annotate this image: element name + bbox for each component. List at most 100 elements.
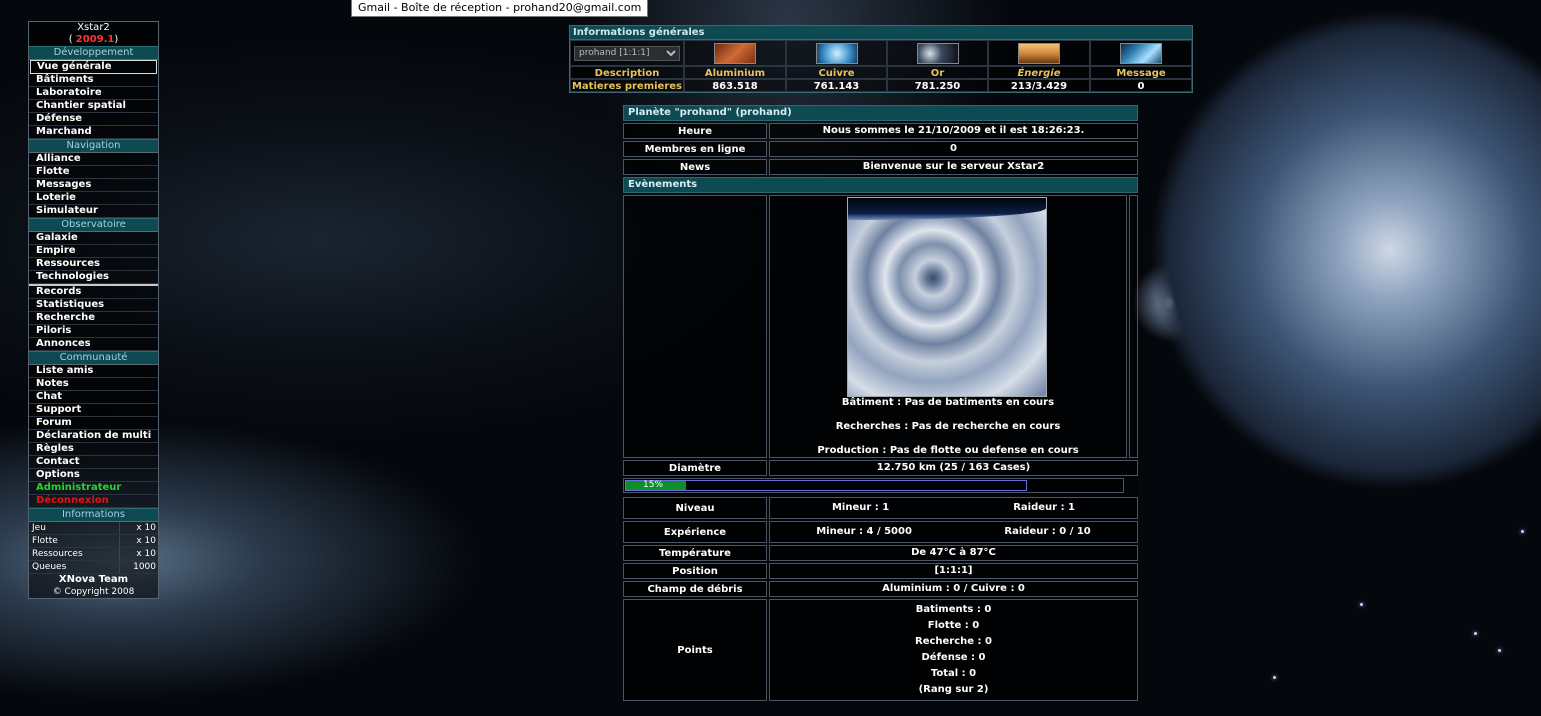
browser-tooltip: Gmail - Boîte de réception - prohand20@g… (351, 0, 649, 17)
label-aluminium[interactable]: Aluminium (684, 66, 786, 79)
points-rank: (Rang sur 2) (918, 684, 989, 695)
server-version: ( 2009.1) (29, 34, 158, 46)
copyright: © Copyright 2008 (52, 587, 135, 597)
menu-item-contact[interactable]: Contact (29, 456, 158, 469)
menu-item-recherche[interactable]: Recherche (29, 312, 158, 325)
fields-progress-row: 15% (623, 478, 1138, 493)
info-row-ressources: Ressources x 10 (29, 548, 158, 561)
menu-item-notes[interactable]: Notes (29, 378, 158, 391)
fields-progress-fill: 15% (626, 481, 686, 490)
debris-value: Aluminium : 0 / Cuivre : 0 (769, 581, 1138, 597)
message-cell (1090, 40, 1192, 66)
team-name: XNova Team (58, 574, 129, 585)
menu-item-declaration-multi[interactable]: Déclaration de multi (29, 430, 158, 443)
fields-progress-bar: 15% (623, 478, 1124, 493)
menu-item-support[interactable]: Support (29, 404, 158, 417)
value-energie: 213/3.429 (988, 79, 1090, 92)
menu-item-piloris[interactable]: Piloris (29, 325, 158, 338)
version-close: ) (114, 34, 119, 45)
info-value: x 10 (119, 535, 156, 547)
fields-progress-track: 15% (625, 480, 1027, 491)
version-open: ( (68, 34, 73, 45)
planet-image-space (848, 198, 1046, 220)
left-menu: Xstar2 ( 2009.1) Développement Vue génér… (28, 21, 159, 599)
message-icon (1120, 42, 1162, 64)
points-total: Total : 0 (930, 668, 977, 679)
menu-item-technologies[interactable]: Technologies (29, 271, 158, 284)
menu-item-records[interactable]: Records (29, 284, 158, 299)
menu-item-batiments[interactable]: Bâtiments (29, 74, 158, 87)
experience-raider: Raideur : 0 / 10 (1004, 526, 1091, 537)
level-label: Niveau (623, 497, 767, 519)
menu-item-deconnexion[interactable]: Déconnexion (29, 495, 158, 508)
label-or[interactable]: Or (887, 66, 988, 79)
planet-select[interactable]: prohand [1:1:1] (574, 45, 680, 61)
menu-item-loterie[interactable]: Loterie (29, 192, 158, 205)
events-area: Bâtiment : Pas de batiments en cours Rec… (623, 195, 1138, 458)
menu-item-flotte[interactable]: Flotte (29, 166, 158, 179)
time-value: Nous sommes le 21/10/2009 et il est 18:2… (769, 123, 1138, 139)
label-energie[interactable]: Énergie (988, 66, 1090, 79)
menu-item-vue-generale[interactable]: Vue générale (30, 60, 157, 74)
level-raider: Raideur : 1 (1013, 502, 1076, 513)
temperature-value: De 47°C à 87°C (769, 545, 1138, 561)
menu-item-statistiques[interactable]: Statistiques (29, 299, 158, 312)
news-row: News Bienvenue sur le serveur Xstar2 (623, 159, 1138, 175)
menu-item-laboratoire[interactable]: Laboratoire (29, 87, 158, 100)
energie-cell (988, 40, 1090, 66)
menu-item-annonces[interactable]: Annonces (29, 338, 158, 351)
menu-item-defense[interactable]: Défense (29, 113, 158, 126)
menu-item-options[interactable]: Options (29, 469, 158, 482)
menu-section-observatoire: Observatoire (29, 218, 158, 232)
menu-item-forum[interactable]: Forum (29, 417, 158, 430)
or-icon (916, 42, 959, 64)
points-recherche: Recherche : 0 (915, 636, 992, 647)
aluminium-cell (684, 40, 786, 66)
cuivre-icon (815, 42, 858, 64)
planet-overview-panel: Planète "prohand" (prohand) Heure Nous s… (623, 105, 1138, 703)
menu-item-marchand[interactable]: Marchand (29, 126, 158, 139)
menu-item-chantier-spatial[interactable]: Chantier spatial (29, 100, 158, 113)
planet-title: Planète "prohand" (prohand) (623, 105, 1138, 121)
label-message[interactable]: Message (1090, 66, 1192, 79)
position-value[interactable]: [1:1:1] (769, 563, 1138, 579)
experience-row: Expérience Mineur : 4 / 5000 Raideur : 0… (623, 521, 1138, 543)
cuivre-cell (786, 40, 887, 66)
events-left-cell (623, 195, 767, 458)
events-title: Evènements (623, 177, 1138, 193)
info-row-queues: Queues 1000 (29, 561, 158, 574)
points-values: Batiments : 0 Flotte : 0 Recherche : 0 D… (769, 599, 1138, 701)
value-or: 781.250 (887, 79, 988, 92)
time-label: Heure (623, 123, 767, 139)
level-values: Mineur : 1 Raideur : 1 (769, 497, 1138, 519)
menu-section-communaute: Communauté (29, 351, 158, 365)
position-row: Position [1:1:1] (623, 563, 1138, 579)
resource-icons-row: prohand [1:1:1] (570, 40, 1192, 66)
label-cuivre[interactable]: Cuivre (786, 66, 887, 79)
value-message: 0 (1090, 79, 1192, 92)
general-info-title: Informations générales (570, 26, 1192, 40)
menu-item-liste-amis[interactable]: Liste amis (29, 365, 158, 378)
menu-item-alliance[interactable]: Alliance (29, 153, 158, 166)
menu-item-empire[interactable]: Empire (29, 245, 158, 258)
points-flotte: Flotte : 0 (927, 620, 980, 631)
temperature-label: Température (623, 545, 767, 561)
production-status: Production : Pas de flotte ou defense en… (817, 445, 1079, 456)
menu-item-chat[interactable]: Chat (29, 391, 158, 404)
diameter-row: Diamètre 12.750 km (25 / 163 Cases) (623, 460, 1138, 476)
resource-labels-row: Description Aluminium Cuivre Or Énergie … (570, 66, 1192, 79)
info-row-jeu: Jeu x 10 (29, 522, 158, 535)
menu-item-galaxie[interactable]: Galaxie (29, 232, 158, 245)
menu-item-simulateur[interactable]: Simulateur (29, 205, 158, 218)
info-label: Flotte (32, 536, 58, 546)
news-label: News (623, 159, 767, 175)
menu-section-navigation: Navigation (29, 139, 158, 153)
version-number: 2009.1 (75, 34, 115, 45)
menu-item-messages[interactable]: Messages (29, 179, 158, 192)
menu-item-administrateur[interactable]: Administrateur (29, 482, 158, 495)
menu-item-regles[interactable]: Règles (29, 443, 158, 456)
planet-image[interactable] (847, 197, 1047, 397)
menu-item-ressources[interactable]: Ressources (29, 258, 158, 271)
position-label: Position (623, 563, 767, 579)
debris-row: Champ de débris Aluminium : 0 / Cuivre :… (623, 581, 1138, 597)
